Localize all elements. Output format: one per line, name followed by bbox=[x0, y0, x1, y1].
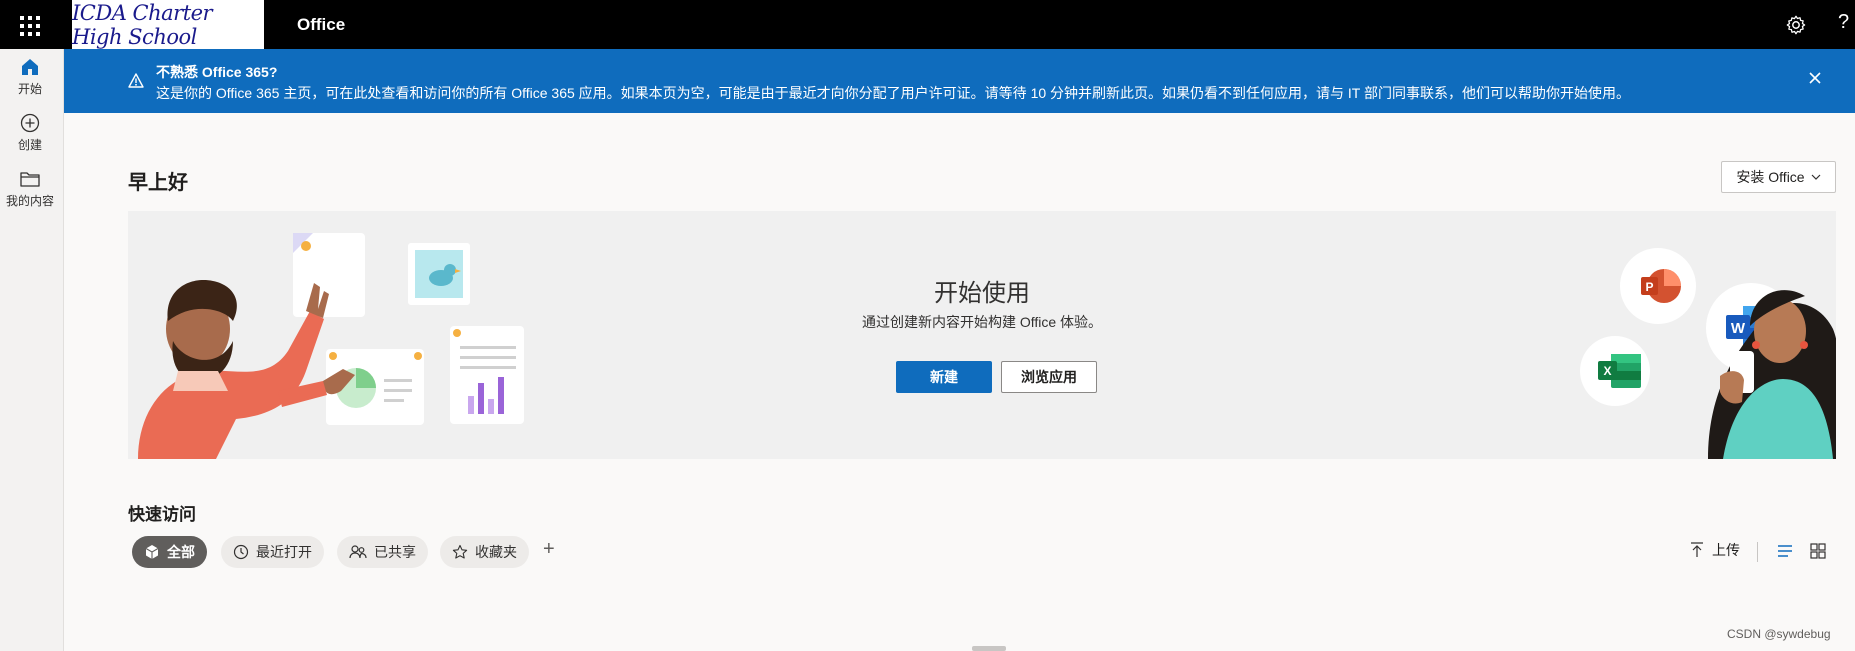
install-office-button[interactable]: 安装 Office bbox=[1721, 161, 1836, 193]
browse-apps-button[interactable]: 浏览应用 bbox=[1001, 361, 1097, 393]
install-office-label: 安装 Office bbox=[1736, 169, 1805, 185]
left-nav: 开始 创建 我的内容 bbox=[0, 49, 64, 651]
upload-button[interactable]: 上传 bbox=[1690, 540, 1740, 560]
scroll-grip[interactable] bbox=[972, 646, 1006, 651]
list-view-icon[interactable] bbox=[1776, 542, 1794, 560]
filter-favorites-label: 收藏夹 bbox=[475, 544, 517, 560]
filter-shared[interactable]: 已共享 bbox=[337, 536, 428, 568]
powerpoint-icon: P bbox=[1620, 248, 1696, 324]
filter-favorites[interactable]: 收藏夹 bbox=[440, 536, 529, 568]
hero-illustration-right: P W X bbox=[1580, 248, 1836, 459]
org-logo[interactable]: ICDA Charter High School bbox=[72, 0, 264, 49]
app-launcher-icon[interactable] bbox=[18, 14, 40, 36]
watermark-text: CSDN @sywdebug bbox=[1727, 627, 1831, 641]
filter-recent-label: 最近打开 bbox=[256, 544, 312, 560]
create-plus-icon bbox=[20, 113, 40, 133]
svg-text:X: X bbox=[1603, 364, 1611, 378]
svg-text:P: P bbox=[1645, 280, 1653, 294]
chevron-down-icon bbox=[1811, 174, 1821, 180]
clock-icon bbox=[233, 544, 249, 560]
upload-icon bbox=[1691, 542, 1703, 557]
cube-icon bbox=[145, 545, 159, 559]
warning-icon bbox=[128, 73, 144, 88]
svg-text:W: W bbox=[1731, 320, 1746, 337]
quick-access-title: 快速访问 bbox=[128, 505, 196, 524]
greeting-heading: 早上好 bbox=[128, 172, 188, 194]
filter-all-label: 全部 bbox=[167, 544, 195, 560]
new-button[interactable]: 新建 bbox=[896, 361, 992, 393]
app-name[interactable]: Office bbox=[297, 15, 345, 35]
people-icon bbox=[349, 545, 367, 559]
banner-message: 这是你的 Office 365 主页，可在此处查看和访问你的所有 Office … bbox=[156, 85, 1630, 101]
info-banner: 不熟悉 Office 365? 这是你的 Office 365 主页，可在此处查… bbox=[64, 49, 1855, 113]
hero-illustration-left bbox=[138, 233, 524, 459]
banner-title: 不熟悉 Office 365? bbox=[156, 64, 278, 80]
filter-all[interactable]: 全部 bbox=[132, 536, 207, 568]
excel-icon: X bbox=[1580, 336, 1650, 406]
nav-label-create: 创建 bbox=[17, 138, 42, 152]
filter-recent[interactable]: 最近打开 bbox=[221, 536, 324, 568]
top-bar: ICDA Charter High School Office ? bbox=[0, 0, 1855, 49]
star-icon bbox=[452, 544, 468, 559]
nav-item-create[interactable]: 创建 bbox=[0, 113, 60, 165]
upload-label: 上传 bbox=[1712, 542, 1740, 558]
grid-view-icon[interactable] bbox=[1809, 542, 1827, 560]
toolbar-divider bbox=[1757, 542, 1758, 562]
nav-item-my-content[interactable]: 我的内容 bbox=[0, 169, 60, 221]
settings-gear-icon[interactable] bbox=[1785, 14, 1807, 36]
nav-label-my-content: 我的内容 bbox=[5, 194, 54, 208]
filter-shared-label: 已共享 bbox=[374, 544, 416, 560]
nav-item-home[interactable]: 开始 bbox=[0, 57, 60, 109]
home-icon bbox=[22, 59, 38, 75]
help-icon[interactable]: ? bbox=[1838, 11, 1849, 34]
getting-started-hero: 开始使用 通过创建新内容开始构建 Office 体验。 新建 浏览应用 P W bbox=[128, 211, 1836, 459]
add-filter-icon[interactable]: + bbox=[543, 538, 555, 561]
folder-icon bbox=[20, 172, 40, 187]
org-logo-text: ICDA Charter High School bbox=[72, 0, 213, 49]
close-icon[interactable] bbox=[1808, 71, 1822, 85]
nav-label-home: 开始 bbox=[17, 82, 42, 96]
